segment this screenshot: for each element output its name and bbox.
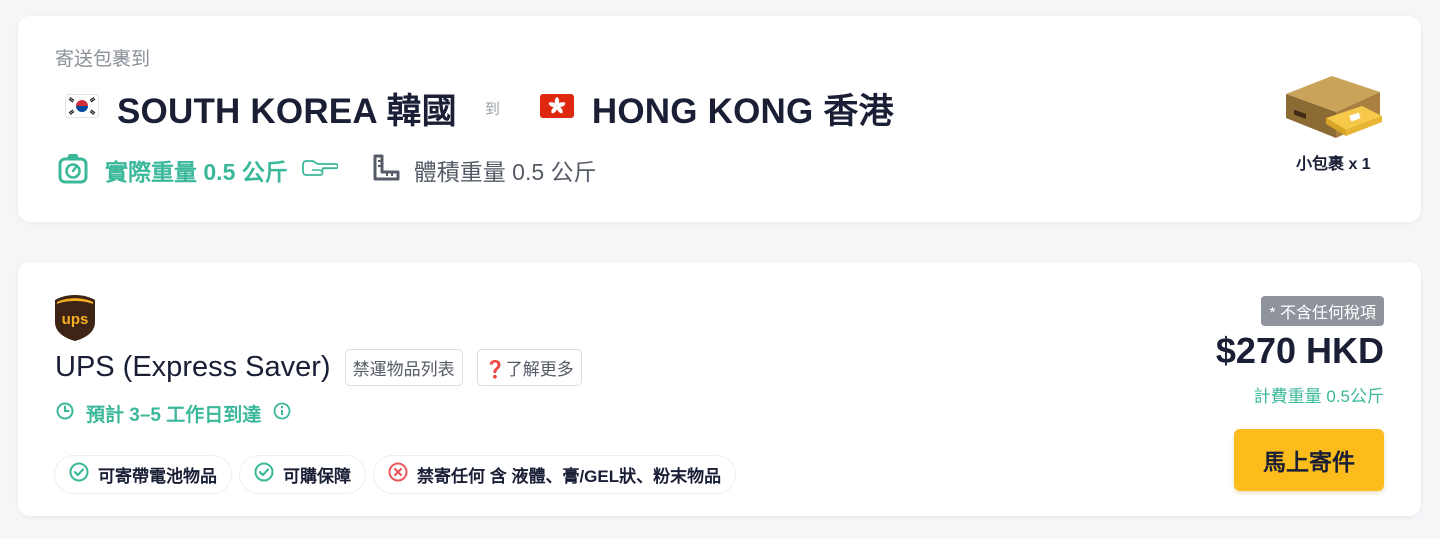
billing-weight: 計費重量 0.5公斤	[1253, 387, 1384, 406]
hong-kong-flag-icon	[539, 93, 574, 123]
feature-label: 可寄帶電池物品	[98, 467, 217, 486]
ship-now-button[interactable]: 馬上寄件	[1234, 429, 1384, 491]
volumetric-weight: 體積重量 0.5 公斤	[413, 159, 597, 185]
route-summary-card: 寄送包裹到 SOUTH KOREA 韓國 到 HONG KONG 香港 實際重量…	[18, 16, 1421, 222]
cross-circle-icon	[388, 462, 408, 487]
service-row: UPS (Express Saver) 禁運物品列表 ❓了解更多	[55, 348, 582, 386]
check-circle-icon	[69, 462, 89, 487]
south-korea-flag-icon	[65, 93, 99, 123]
feature-label: 禁寄任何 含 液體、膏/GEL狀、粉末物品	[417, 467, 722, 486]
feature-badges: 可寄帶電池物品 可購保障 禁寄任何 含 液體、膏/GEL狀、粉末物品	[54, 455, 737, 494]
delivery-estimate: 預計 3–5 工作日到達	[56, 400, 291, 427]
service-name: UPS (Express Saver)	[55, 350, 331, 383]
destination-country: HONG KONG 香港	[591, 91, 894, 131]
feature-badge: 可購保障	[239, 455, 366, 494]
origin-country: SOUTH KOREA 韓國	[117, 91, 457, 131]
ups-logo: ups	[54, 294, 96, 347]
pointing-hand-icon	[301, 158, 339, 183]
parcel-count-label: 小包裹 x 1	[1296, 156, 1371, 173]
weights-row: 實際重量 0.5 公斤 體積重量 0.5 公斤	[58, 152, 597, 188]
route-caption: 寄送包裹到	[55, 49, 151, 70]
learn-more-button[interactable]: ❓了解更多	[476, 348, 582, 386]
info-icon[interactable]	[273, 402, 291, 426]
feature-badge: 禁寄任何 含 液體、膏/GEL狀、粉末物品	[373, 455, 737, 494]
clock-icon	[56, 402, 74, 426]
feature-badge: 可寄帶電池物品	[54, 455, 232, 494]
route-row: SOUTH KOREA 韓國 到 HONG KONG 香港	[65, 86, 894, 131]
carrier-quote-card: ups UPS (Express Saver) 禁運物品列表 ❓了解更多 預計 …	[18, 262, 1421, 516]
parcel-box-icon	[1284, 70, 1384, 147]
eta-text: 預計 3–5 工作日到達	[86, 405, 262, 426]
price: $270 HKD	[1215, 330, 1384, 371]
actual-weight: 實際重量 0.5 公斤	[105, 159, 288, 185]
prohibited-items-list-button[interactable]: 禁運物品列表	[344, 348, 463, 386]
scale-icon	[58, 152, 88, 189]
route-to-label: 到	[484, 100, 500, 118]
ruler-icon	[372, 154, 400, 187]
feature-label: 可購保障	[283, 467, 351, 486]
tax-note-badge: * 不含任何稅項	[1261, 296, 1384, 326]
svg-text:ups: ups	[62, 311, 89, 328]
check-circle-icon	[254, 462, 274, 487]
